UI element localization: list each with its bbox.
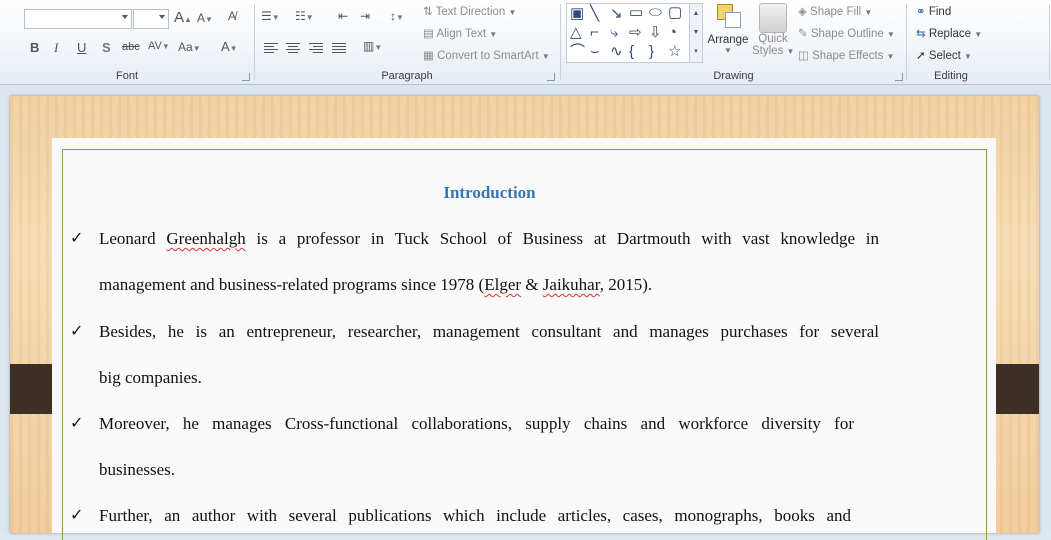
editing-group: ⚭ Find ⇆ Replace ▼ ➚ Select ▼ Editing bbox=[907, 0, 997, 84]
drawing-group: ▣ ╲ ↘ ▭ ⬭ ▢ △ ⌐ ⤷ ⇨ ⇩ ◔ ⌒ ⌣ ∿ { } ☆ ▲ ▼ … bbox=[0, 0, 1051, 84]
elbow-arrow-shape-icon[interactable]: ⤷ bbox=[610, 25, 618, 40]
textbox-shape-icon[interactable]: ▣ bbox=[570, 6, 584, 21]
text-line-1[interactable]: Leonard Greenhalgh is a professor in Tuc… bbox=[99, 229, 879, 249]
arrange-button[interactable]: Arrange ▼ bbox=[706, 2, 750, 62]
gallery-up-icon[interactable]: ▲ bbox=[690, 4, 702, 23]
effects-icon: ◫ bbox=[798, 50, 813, 62]
arc-shape-icon[interactable]: ⌣ bbox=[590, 44, 600, 59]
arrow-line-shape-icon[interactable]: ↘ bbox=[610, 6, 623, 21]
rectangle-shape-icon[interactable]: ▭ bbox=[629, 5, 643, 20]
cursor-icon: ➚ bbox=[916, 50, 929, 62]
text-line-5[interactable]: Moreover, he manages Cross-functional co… bbox=[99, 414, 854, 434]
star-shape-icon[interactable]: ☆ bbox=[668, 44, 681, 59]
right-brace-shape-icon[interactable]: } bbox=[649, 44, 654, 59]
replace-icon: ⇆ bbox=[916, 28, 929, 40]
triangle-shape-icon[interactable]: △ bbox=[570, 25, 582, 40]
text-line-7[interactable]: Further, an author with several publicat… bbox=[99, 506, 851, 526]
oval-shape-icon[interactable]: ⬭ bbox=[649, 5, 662, 20]
pen-icon: ✎ bbox=[798, 28, 811, 40]
replace-button[interactable]: ⇆ Replace ▼ bbox=[916, 26, 982, 40]
checkmark-bullet-icon: ✓ bbox=[70, 505, 84, 524]
paint-bucket-icon: ◈ bbox=[798, 6, 811, 18]
editing-group-label: Editing bbox=[934, 70, 968, 82]
left-brace-shape-icon[interactable]: { bbox=[629, 44, 634, 59]
shape-effects-button[interactable]: ◫ Shape Effects ▼ bbox=[798, 48, 895, 62]
rounded-rect-shape-icon[interactable]: ▢ bbox=[668, 5, 682, 20]
quick-styles-icon bbox=[759, 3, 787, 33]
binoculars-icon: ⚭ bbox=[916, 6, 929, 18]
spellcheck-word: Jaikuhar bbox=[542, 275, 600, 294]
curve-shape-icon[interactable]: ⌒ bbox=[570, 44, 585, 59]
shapes-gallery[interactable]: ▣ ╲ ↘ ▭ ⬭ ▢ △ ⌐ ⤷ ⇨ ⇩ ◔ ⌒ ⌣ ∿ { } ☆ bbox=[566, 3, 690, 63]
text-line-2[interactable]: management and business-related programs… bbox=[99, 275, 879, 295]
callout-shape-icon[interactable]: ◔ bbox=[668, 25, 677, 40]
arrange-icon bbox=[713, 2, 743, 34]
down-arrow-shape-icon[interactable]: ⇩ bbox=[649, 25, 662, 40]
ribbon: A▲ A▼ A̸ B I U S abc AV▼ Aa▼ A▼ Font ☰▼ … bbox=[0, 0, 1051, 85]
text-line-4[interactable]: big companies. bbox=[99, 368, 879, 388]
gallery-down-icon[interactable]: ▼ bbox=[690, 23, 702, 42]
shape-outline-button[interactable]: ✎ Shape Outline ▼ bbox=[798, 26, 895, 40]
shape-fill-button[interactable]: ◈ Shape Fill ▼ bbox=[798, 4, 872, 18]
find-button[interactable]: ⚭ Find bbox=[916, 4, 951, 18]
text-line-6[interactable]: businesses. bbox=[99, 460, 879, 480]
right-arrow-shape-icon[interactable]: ⇨ bbox=[629, 25, 642, 40]
page-border-frame bbox=[62, 149, 987, 540]
drawing-group-label: Drawing bbox=[713, 70, 754, 82]
quick-styles-button[interactable]: Quick Styles ▼ bbox=[752, 2, 794, 68]
spellcheck-word: Greenhalgh bbox=[166, 229, 246, 248]
line-shape-icon[interactable]: ╲ bbox=[590, 6, 599, 21]
checkmark-bullet-icon: ✓ bbox=[70, 228, 84, 247]
gallery-more-icon[interactable]: ▾ bbox=[690, 42, 702, 61]
elbow-connector-shape-icon[interactable]: ⌐ bbox=[590, 25, 599, 40]
select-button[interactable]: ➚ Select ▼ bbox=[916, 48, 972, 62]
checkmark-bullet-icon: ✓ bbox=[70, 321, 84, 340]
drawing-dialog-launcher-icon[interactable] bbox=[895, 73, 903, 81]
checkmark-bullet-icon: ✓ bbox=[70, 413, 84, 432]
gallery-scroll[interactable]: ▲ ▼ ▾ bbox=[689, 3, 703, 63]
text-line-3[interactable]: Besides, he is an entrepreneur, research… bbox=[99, 322, 879, 342]
freeform-shape-icon[interactable]: ∿ bbox=[610, 44, 623, 59]
heading-introduction[interactable]: Introduction bbox=[62, 183, 917, 203]
spellcheck-word: Elger bbox=[484, 275, 522, 294]
group-separator bbox=[1049, 4, 1050, 80]
